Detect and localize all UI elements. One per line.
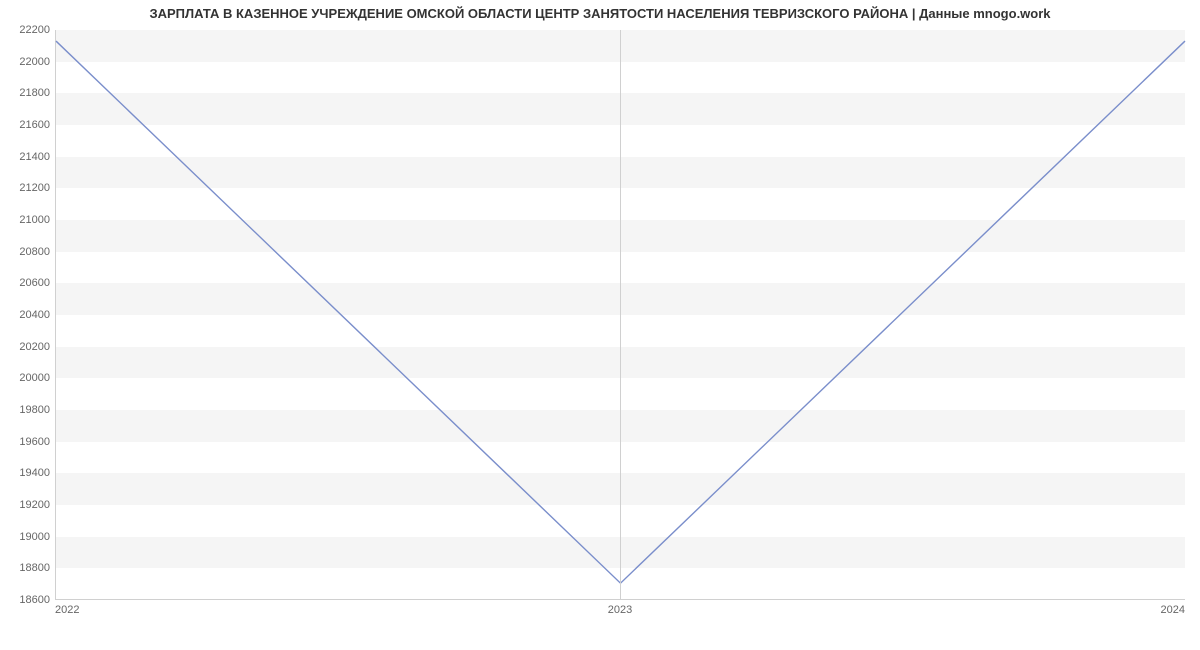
y-tick-label: 19600	[6, 436, 50, 448]
y-tick-label: 20600	[6, 277, 50, 289]
y-tick-label: 22200	[6, 24, 50, 36]
y-tick-label: 20200	[6, 341, 50, 353]
y-tick-label: 21200	[6, 182, 50, 194]
x-tick-label: 2024	[1161, 604, 1185, 616]
y-tick-label: 18800	[6, 562, 50, 574]
y-tick-label: 21800	[6, 87, 50, 99]
y-tick-label: 22000	[6, 56, 50, 68]
chart-container: ЗАРПЛАТА В КАЗЕННОЕ УЧРЕЖДЕНИЕ ОМСКОЙ ОБ…	[0, 0, 1200, 650]
y-tick-label: 21600	[6, 119, 50, 131]
y-tick-label: 19200	[6, 499, 50, 511]
y-tick-label: 19000	[6, 531, 50, 543]
y-tick-label: 18600	[6, 594, 50, 606]
y-tick-label: 20400	[6, 309, 50, 321]
y-tick-label: 21000	[6, 214, 50, 226]
x-tick-label: 2023	[608, 604, 632, 616]
x-tick-label: 2022	[55, 604, 79, 616]
y-tick-label: 19800	[6, 404, 50, 416]
plot-area	[55, 30, 1185, 600]
y-tick-label: 21400	[6, 151, 50, 163]
chart-title: ЗАРПЛАТА В КАЗЕННОЕ УЧРЕЖДЕНИЕ ОМСКОЙ ОБ…	[0, 6, 1200, 21]
y-tick-label: 19400	[6, 467, 50, 479]
y-tick-label: 20000	[6, 372, 50, 384]
line-series	[56, 30, 1185, 599]
y-tick-label: 20800	[6, 246, 50, 258]
